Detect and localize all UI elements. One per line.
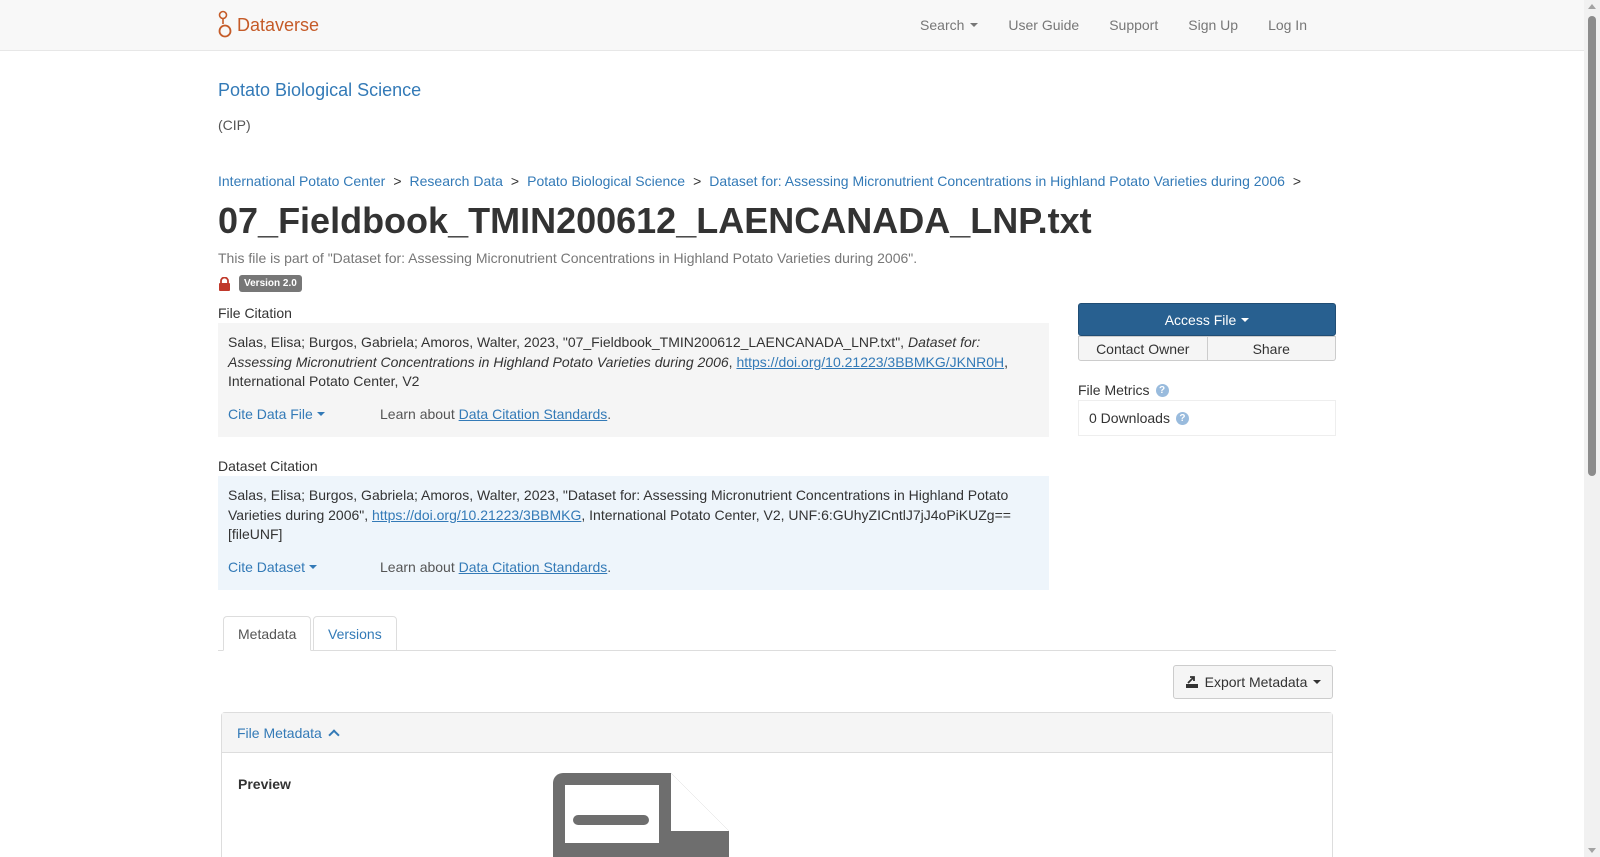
- file-metrics-title: File Metrics ?: [1078, 382, 1169, 398]
- brand-logo[interactable]: Dataverse: [218, 10, 319, 40]
- cite-dataset-label: Cite Dataset: [228, 558, 306, 575]
- learn-prefix: Learn about: [380, 558, 459, 575]
- cite-dataset-button[interactable]: Cite Dataset: [228, 558, 380, 578]
- status-row: Version 2.0: [218, 275, 302, 292]
- chevron-up-icon: [328, 728, 340, 741]
- export-icon: [1185, 675, 1199, 689]
- dataverse-affiliation: (CIP): [218, 117, 251, 133]
- file-cite-row: Cite Data File Learn about Data Citation…: [228, 405, 611, 425]
- breadcrumb-separator: >: [510, 173, 520, 189]
- caret-down-icon: [1241, 317, 1250, 322]
- learn-prefix: Learn about: [380, 405, 459, 422]
- scrollbar[interactable]: [1584, 0, 1600, 857]
- dataset-citation-box: Salas, Elisa; Burgos, Gabriela; Amoros, …: [218, 476, 1049, 590]
- tab-metadata[interactable]: Metadata: [223, 616, 312, 651]
- learn-suffix: .: [607, 558, 612, 575]
- preview-label: Preview: [238, 776, 291, 792]
- dataverse-name-link[interactable]: Potato Biological Science: [218, 80, 421, 101]
- owner-share-group: Contact Owner Share: [1078, 336, 1336, 361]
- access-file-button[interactable]: Access File: [1078, 303, 1336, 336]
- scroll-up-arrow-icon[interactable]: [1588, 4, 1596, 9]
- dataverse-logo-icon: [218, 10, 232, 40]
- nav-search[interactable]: Search: [905, 17, 993, 33]
- data-citation-standards-link[interactable]: Data Citation Standards: [459, 406, 608, 422]
- file-metadata-panel: File Metadata Preview: [221, 712, 1333, 857]
- breadcrumb-item[interactable]: Dataset for: Assessing Micronutrient Con…: [709, 173, 1285, 189]
- learn-suffix: .: [607, 405, 612, 422]
- export-metadata-button[interactable]: Export Metadata: [1173, 665, 1333, 699]
- file-text-icon: [553, 773, 729, 857]
- data-citation-standards-link[interactable]: Data Citation Standards: [459, 559, 608, 575]
- breadcrumb-item[interactable]: Potato Biological Science: [527, 173, 685, 189]
- caret-down-icon: [316, 412, 325, 417]
- access-file-label: Access File: [1164, 311, 1237, 328]
- export-metadata-label: Export Metadata: [1204, 674, 1308, 690]
- scroll-down-arrow-icon[interactable]: [1588, 848, 1596, 853]
- tab-bar: Metadata Versions: [218, 616, 1336, 651]
- file-metadata-label: File Metadata: [237, 724, 322, 741]
- nav-user-guide[interactable]: User Guide: [993, 17, 1094, 33]
- part-of-text: This file is part of "Dataset for: Asses…: [218, 250, 918, 266]
- share-button[interactable]: Share: [1207, 336, 1336, 361]
- scrollbar-thumb[interactable]: [1588, 16, 1596, 476]
- breadcrumb: International Potato Center > Research D…: [218, 173, 1301, 189]
- caret-down-icon: [309, 565, 318, 570]
- file-metadata-heading[interactable]: File Metadata: [222, 713, 1332, 753]
- file-metrics-box: 0 Downloads ?: [1078, 400, 1336, 436]
- breadcrumb-separator: >: [393, 173, 402, 189]
- nav-support[interactable]: Support: [1094, 17, 1173, 33]
- learn-about-text: Learn about Data Citation Standards.: [380, 405, 611, 425]
- file-doi-link[interactable]: https://doi.org/10.21223/3BBMKG/JKNR0H: [736, 354, 1004, 370]
- downloads-count: 0 Downloads: [1089, 410, 1170, 426]
- breadcrumb-item[interactable]: International Potato Center: [218, 173, 385, 189]
- caret-down-icon: [1313, 680, 1322, 684]
- file-citation-text: Salas, Elisa; Burgos, Gabriela; Amoros, …: [228, 333, 1039, 392]
- dataset-cite-row: Cite Dataset Learn about Data Citation S…: [228, 558, 611, 578]
- dataset-doi-link[interactable]: https://doi.org/10.21223/3BBMKG: [372, 507, 581, 523]
- file-citation-authors: Salas, Elisa; Burgos, Gabriela; Amoros, …: [228, 334, 908, 350]
- breadcrumb-separator: >: [1292, 173, 1302, 189]
- caret-down-icon: [970, 23, 979, 27]
- page-title: 07_Fieldbook_TMIN200612_LAENCANADA_LNP.t…: [218, 200, 1092, 241]
- navbar: Dataverse Search User Guide Support Sign…: [0, 0, 1584, 51]
- nav-menu: Search User Guide Support Sign Up Log In: [905, 0, 1322, 50]
- cite-data-file-button[interactable]: Cite Data File: [228, 405, 380, 425]
- brand-name: Dataverse: [237, 14, 320, 35]
- version-badge: Version 2.0: [239, 275, 302, 292]
- tab-versions[interactable]: Versions: [313, 616, 397, 651]
- lock-icon: [218, 276, 231, 291]
- contact-owner-button[interactable]: Contact Owner: [1078, 336, 1208, 361]
- file-citation-box: Salas, Elisa; Burgos, Gabriela; Amoros, …: [218, 323, 1049, 437]
- nav-sign-up[interactable]: Sign Up: [1173, 17, 1253, 33]
- dataset-citation-label: Dataset Citation: [218, 458, 318, 474]
- help-icon[interactable]: ?: [1175, 411, 1189, 425]
- nav-log-in[interactable]: Log In: [1253, 17, 1322, 33]
- dataset-citation-text: Salas, Elisa; Burgos, Gabriela; Amoros, …: [228, 486, 1039, 545]
- cite-data-file-label: Cite Data File: [228, 405, 313, 422]
- breadcrumb-separator: >: [693, 173, 702, 189]
- file-metrics-label: File Metrics: [1078, 382, 1150, 398]
- learn-about-text: Learn about Data Citation Standards.: [380, 558, 611, 578]
- help-icon[interactable]: ?: [1155, 383, 1169, 397]
- nav-search-label: Search: [920, 17, 965, 33]
- breadcrumb-item[interactable]: Research Data: [410, 173, 503, 189]
- file-citation-label: File Citation: [218, 305, 292, 321]
